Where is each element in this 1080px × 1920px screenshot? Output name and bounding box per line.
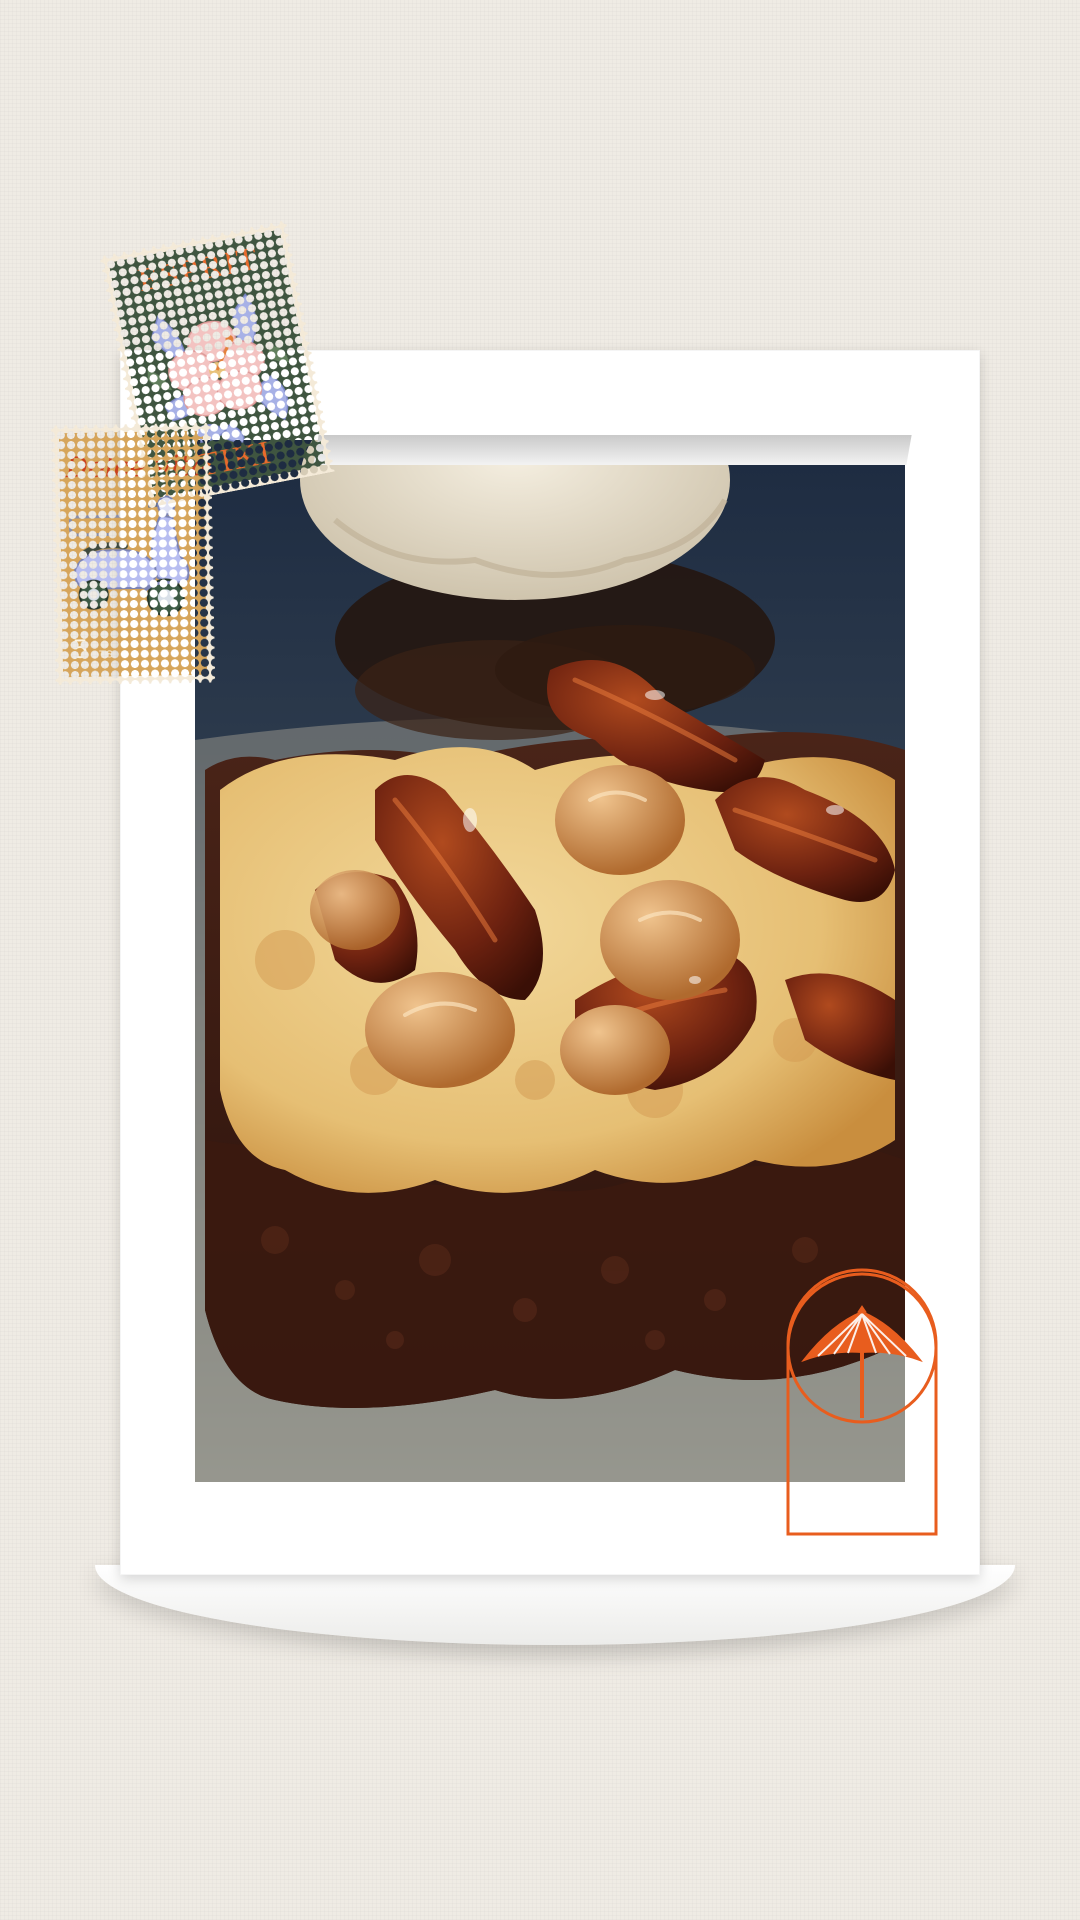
photo-corner-lip bbox=[313, 435, 912, 465]
stamp-face: Dolce vita 5 CTS bbox=[58, 430, 208, 678]
parasol-icon bbox=[801, 1305, 923, 1418]
scooter-icon bbox=[68, 495, 190, 617]
stamp-price-unit: CTS bbox=[90, 649, 114, 661]
dolce-vita-stamp: Dolce vita 5 CTS bbox=[50, 422, 216, 686]
stamp-script-title: Dolce vita bbox=[65, 448, 208, 485]
stamp-price-value: 5 bbox=[72, 633, 88, 665]
stamp-price: 5 CTS bbox=[72, 633, 114, 665]
parasol-arch-badge bbox=[786, 1268, 938, 1536]
